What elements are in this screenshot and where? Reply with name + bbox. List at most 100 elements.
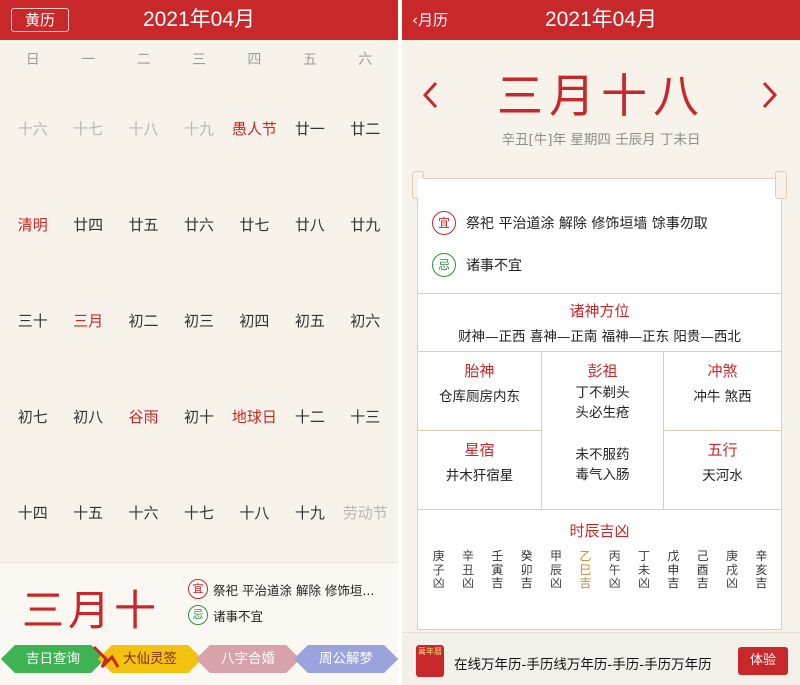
calendar-day-cell[interactable]: 初四 <box>227 272 282 368</box>
bazi-hehun-button[interactable]: 八字合婚 <box>209 645 287 673</box>
jiri-query-button[interactable]: 吉日查询 <box>14 645 92 673</box>
calendar-day-cell[interactable]: 清明 <box>5 176 60 272</box>
zhougong-jiemeng-button[interactable]: 周公解梦 <box>307 645 385 673</box>
calendar-day-cell[interactable]: 十八 <box>227 464 282 560</box>
hour-luck: 吉 <box>755 576 768 590</box>
xingxiu-title: 星宿 <box>464 441 495 459</box>
hour-column: 壬寅吉 <box>483 549 512 591</box>
calendar-day-cell[interactable]: 廿七 <box>227 176 282 272</box>
calendar-day-cell[interactable]: 十八 <box>116 80 171 176</box>
calendar-day-cell[interactable]: 廿六 <box>171 176 226 272</box>
hour-gz2: 寅 <box>491 562 504 577</box>
calendar-day-cell[interactable]: 初五 <box>282 272 337 368</box>
hour-luck: 凶 <box>549 576 562 590</box>
weekday-label: 四 <box>247 52 262 68</box>
calendar-day-cell[interactable]: 廿一 <box>282 80 337 176</box>
daxian-lingqian-button[interactable]: 大仙灵签 <box>111 645 189 673</box>
calendar-day-cell[interactable]: 十七 <box>171 464 226 560</box>
yi-row[interactable]: 宜 祭祀 平治道涂 解除 修饰垣... <box>188 579 393 599</box>
hour-gz2: 巳 <box>579 562 592 577</box>
hour-luck: 凶 <box>637 576 650 590</box>
hour-luck: 凶 <box>608 576 621 590</box>
hour-column: 戊申吉 <box>659 549 688 591</box>
ad-banner[interactable]: 萬年曆 在线万年历-手历线万年历-手历-手历万年历 体验 <box>402 632 800 685</box>
calendar-day-cell[interactable]: 愚人节 <box>227 80 282 176</box>
hour-column: 庚子凶 <box>424 549 453 591</box>
month-calendar-panel: 2021年04月 黄历 日 一 二 三 四 五 六 十六 十七 十八 十九 愚人节 廿一廿… <box>0 0 398 685</box>
calendar-day-cell[interactable]: 十七 <box>60 80 115 176</box>
hour-gz1: 甲 <box>549 549 562 563</box>
ji-text: 诸事不宜 <box>213 608 264 624</box>
calendar-day-cell[interactable]: 廿二 <box>338 80 393 176</box>
chongsha-body: 冲牛 煞西 <box>693 389 752 405</box>
weekday-label: 日 <box>25 52 40 68</box>
hour-gz2: 卯 <box>520 562 533 577</box>
calendar-day-cell[interactable]: 十三 <box>338 368 393 464</box>
ribbon-icon <box>92 645 120 669</box>
ji-seal-icon: 忌 <box>432 253 456 277</box>
calendar-day-cell[interactable]: 三十 <box>5 272 60 368</box>
calendar-grid: 十六 十七 十八 十九 愚人节 廿一 廿二 清明 廿四 廿五 廿六 廿七 廿八 廿九 三十 三月 初二 初三 初四初… <box>0 80 398 560</box>
lunar-date-title: 三月十八 <box>497 69 705 123</box>
calendar-day-cell[interactable]: 廿九 <box>338 176 393 272</box>
calendar-day-cell[interactable]: 初八 <box>60 368 115 464</box>
calendar-day-cell[interactable]: 十四 <box>5 464 60 560</box>
yi-seal-icon: 宜 <box>432 211 456 235</box>
calendar-day-cell[interactable]: 初二 <box>116 272 171 368</box>
ad-app-icon: 萬年曆 <box>416 645 444 677</box>
ji-row[interactable]: 忌 诸事不宜 <box>188 605 263 625</box>
yiji-section: 宜 祭祀 平治道涂 解除 修饰垣墙 馀事勿取 忌 诸事不宜 <box>418 179 781 293</box>
calendar-day-cell[interactable]: 谷雨 <box>116 368 171 464</box>
hour-luck: 吉 <box>579 576 592 590</box>
hours-list: 庚子凶辛丑凶壬寅吉癸卯吉甲辰凶乙巳吉丙午凶丁未凶戊申吉己酉吉庚戌凶辛亥吉 <box>424 549 776 591</box>
calendar-day-cell[interactable]: 廿八 <box>282 176 337 272</box>
hour-gz1: 丙 <box>608 549 621 563</box>
calendar-day-cell[interactable]: 十二 <box>282 368 337 464</box>
calendar-day-cell[interactable]: 三月 <box>60 272 115 368</box>
detail-header: 2021年04月 ‹月历 <box>402 0 800 40</box>
huangli-button[interactable]: 黄历 <box>11 8 69 32</box>
hours-section: 时辰吉凶 庚子凶辛丑凶壬寅吉癸卯吉甲辰凶乙巳吉丙午凶丁未凶戊申吉己酉吉庚戌凶辛亥… <box>418 509 781 630</box>
hour-column: 辛丑凶 <box>453 549 482 591</box>
ganzhi-line: 辛丑[牛]年 星期四 壬辰月 丁未日 <box>501 132 701 148</box>
hour-gz2: 丑 <box>461 562 474 577</box>
pengzu-body-2: 头必生疮 <box>575 405 630 421</box>
calendar-day-cell[interactable]: 初三 <box>171 272 226 368</box>
calendar-day-cell[interactable]: 十六 <box>5 80 60 176</box>
hour-gz2: 子 <box>432 562 445 577</box>
pengzu-title: 彭祖 <box>587 362 618 380</box>
pengzu-body-3: 未不服药 <box>575 447 630 463</box>
back-to-month-button[interactable]: ‹月历 <box>412 0 448 40</box>
zhushen-body: 财神—正西 喜神—正南 福神—正东 阳贵—西北 <box>458 329 741 345</box>
day-detail-panel: 2021年04月 ‹月历 三月十八 辛丑[牛]年 星期四 壬辰月 丁未日 宜 祭… <box>402 0 800 685</box>
selected-day-summary: 三月十 宜 祭祀 平治道涂 解除 修饰垣... 忌 诸事不宜 吉日查询 大仙灵签… <box>0 562 398 685</box>
next-day-icon[interactable] <box>758 80 782 110</box>
zhushen-title: 诸神方位 <box>569 302 630 320</box>
calendar-day-cell[interactable]: 廿四 <box>60 176 115 272</box>
calendar-day-cell[interactable]: 劳动节 <box>338 464 393 560</box>
yi-line: 宜 祭祀 平治道涂 解除 修饰垣墙 馀事勿取 <box>432 211 708 235</box>
pengzu-body-1: 丁不剃头 <box>575 385 630 401</box>
xingxiu-cell: 星宿 井木犴宿星 <box>418 430 542 509</box>
calendar-day-cell[interactable]: 十六 <box>116 464 171 560</box>
hour-luck: 吉 <box>696 576 709 590</box>
calendar-day-cell[interactable]: 地球日 <box>227 368 282 464</box>
calendar-day-cell[interactable]: 十五 <box>60 464 115 560</box>
hour-gz2: 申 <box>667 562 680 577</box>
chongsha-cell: 冲煞 冲牛 煞西 <box>664 351 781 430</box>
hour-column: 甲辰凶 <box>541 549 570 591</box>
calendar-day-cell[interactable]: 初十 <box>171 368 226 464</box>
calendar-day-cell[interactable]: 十九 <box>282 464 337 560</box>
taishen-cell: 胎神 仓库厕房内东 <box>418 351 542 430</box>
calendar-day-cell[interactable]: 初七 <box>5 368 60 464</box>
calendar-day-cell[interactable]: 十九 <box>171 80 226 176</box>
hour-column: 乙巳吉 <box>571 549 600 591</box>
ad-try-button[interactable]: 体验 <box>738 647 788 675</box>
hour-gz1: 壬 <box>491 549 504 563</box>
zhushen-section: 诸神方位 财神—正西 喜神—正南 福神—正东 阳贵—西北 <box>418 293 781 351</box>
ji-line: 忌 诸事不宜 <box>432 253 522 277</box>
calendar-day-cell[interactable]: 廿五 <box>116 176 171 272</box>
calendar-day-cell[interactable]: 初六 <box>338 272 393 368</box>
hour-column: 辛亥吉 <box>747 549 776 591</box>
hour-gz2: 辰 <box>549 562 562 577</box>
